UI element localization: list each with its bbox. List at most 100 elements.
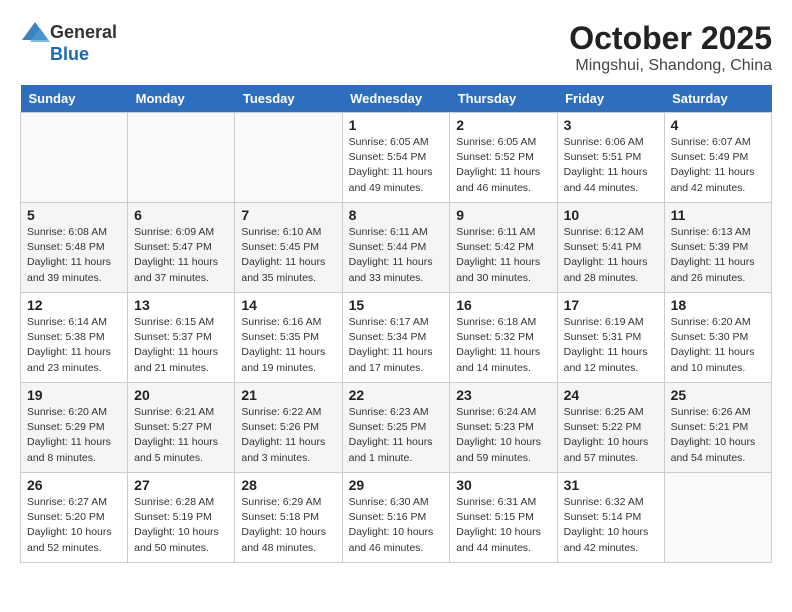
day-info: Sunrise: 6:17 AM Sunset: 5:34 PM Dayligh… [349,315,444,376]
day-info: Sunrise: 6:31 AM Sunset: 5:15 PM Dayligh… [456,495,550,556]
day-number: 4 [671,117,765,133]
day-number: 5 [27,207,121,223]
day-number: 14 [241,297,335,313]
day-info: Sunrise: 6:25 AM Sunset: 5:22 PM Dayligh… [564,405,658,466]
day-number: 29 [349,477,444,493]
week-row-5: 26 Sunrise: 6:27 AM Sunset: 5:20 PM Dayli… [21,473,772,563]
day-info: Sunrise: 6:10 AM Sunset: 5:45 PM Dayligh… [241,225,335,286]
day-number: 2 [456,117,550,133]
day-number: 19 [27,387,121,403]
day-info: Sunrise: 6:13 AM Sunset: 5:39 PM Dayligh… [671,225,765,286]
day-info: Sunrise: 6:08 AM Sunset: 5:48 PM Dayligh… [27,225,121,286]
calendar-header-row: Sunday Monday Tuesday Wednesday Thursday… [21,85,772,113]
calendar-cell: 2 Sunrise: 6:05 AM Sunset: 5:52 PM Daylig… [450,113,557,203]
day-number: 28 [241,477,335,493]
calendar-cell: 6Sunrise: 6:09 AM Sunset: 5:47 PM Daylig… [128,203,235,293]
day-info: Sunrise: 6:14 AM Sunset: 5:38 PM Dayligh… [27,315,121,376]
day-number: 21 [241,387,335,403]
calendar-cell: 5 Sunrise: 6:08 AM Sunset: 5:48 PM Daylig… [21,203,128,293]
day-number: 12 [27,297,121,313]
calendar-cell: 30 Sunrise: 6:31 AM Sunset: 5:15 PM Dayli… [450,473,557,563]
calendar-cell: 22 Sunrise: 6:23 AM Sunset: 5:25 PM Dayli… [342,383,450,473]
month-title: October 2025 [569,20,772,57]
day-info: Sunrise: 6:16 AM Sunset: 5:35 PM Dayligh… [241,315,335,376]
day-info: Sunrise: 6:22 AM Sunset: 5:26 PM Dayligh… [241,405,335,466]
day-number: 20 [134,387,228,403]
calendar-cell: 21 Sunrise: 6:22 AM Sunset: 5:26 PM Dayli… [235,383,342,473]
day-number: 30 [456,477,550,493]
day-number: 6 [134,207,228,223]
day-info: Sunrise: 6:05 AM Sunset: 5:54 PM Dayligh… [349,135,444,196]
header-saturday: Saturday [664,85,771,113]
calendar-cell: 26 Sunrise: 6:27 AM Sunset: 5:20 PM Dayli… [21,473,128,563]
day-number: 7 [241,207,335,223]
calendar-cell: 18 Sunrise: 6:20 AM Sunset: 5:30 PM Dayli… [664,293,771,383]
day-info: Sunrise: 6:27 AM Sunset: 5:20 PM Dayligh… [27,495,121,556]
day-number: 10 [564,207,658,223]
day-number: 13 [134,297,228,313]
title-block: October 2025 Mingshui, Shandong, China [569,20,772,75]
calendar-table: Sunday Monday Tuesday Wednesday Thursday… [20,85,772,563]
calendar-cell [664,473,771,563]
day-number: 18 [671,297,765,313]
day-info: Sunrise: 6:11 AM Sunset: 5:42 PM Dayligh… [456,225,550,286]
logo-general: General [50,22,117,43]
day-number: 17 [564,297,658,313]
page-header: General Blue October 2025 Mingshui, Shan… [20,20,772,75]
day-number: 8 [349,207,444,223]
logo-icon [20,20,50,44]
day-info: Sunrise: 6:05 AM Sunset: 5:52 PM Dayligh… [456,135,550,196]
day-number: 25 [671,387,765,403]
calendar-cell: 19 Sunrise: 6:20 AM Sunset: 5:29 PM Dayli… [21,383,128,473]
calendar-cell: 17 Sunrise: 6:19 AM Sunset: 5:31 PM Dayli… [557,293,664,383]
day-info: Sunrise: 6:12 AM Sunset: 5:41 PM Dayligh… [564,225,658,286]
calendar-cell: 29Sunrise: 6:30 AM Sunset: 5:16 PM Dayli… [342,473,450,563]
day-info: Sunrise: 6:21 AM Sunset: 5:27 PM Dayligh… [134,405,228,466]
week-row-2: 5 Sunrise: 6:08 AM Sunset: 5:48 PM Daylig… [21,203,772,293]
logo: General Blue [20,20,117,65]
day-info: Sunrise: 6:15 AM Sunset: 5:37 PM Dayligh… [134,315,228,376]
day-number: 31 [564,477,658,493]
week-row-1: 1Sunrise: 6:05 AM Sunset: 5:54 PM Daylig… [21,113,772,203]
calendar-cell: 9 Sunrise: 6:11 AM Sunset: 5:42 PM Daylig… [450,203,557,293]
day-number: 22 [349,387,444,403]
calendar-cell: 23Sunrise: 6:24 AM Sunset: 5:23 PM Dayli… [450,383,557,473]
calendar-cell: 4Sunrise: 6:07 AM Sunset: 5:49 PM Daylig… [664,113,771,203]
calendar-cell: 8 Sunrise: 6:11 AM Sunset: 5:44 PM Daylig… [342,203,450,293]
day-number: 27 [134,477,228,493]
day-number: 26 [27,477,121,493]
calendar-cell: 3 Sunrise: 6:06 AM Sunset: 5:51 PM Daylig… [557,113,664,203]
week-row-4: 19 Sunrise: 6:20 AM Sunset: 5:29 PM Dayli… [21,383,772,473]
calendar-cell: 24Sunrise: 6:25 AM Sunset: 5:22 PM Dayli… [557,383,664,473]
day-info: Sunrise: 6:11 AM Sunset: 5:44 PM Dayligh… [349,225,444,286]
day-info: Sunrise: 6:23 AM Sunset: 5:25 PM Dayligh… [349,405,444,466]
location: Mingshui, Shandong, China [569,57,772,75]
day-info: Sunrise: 6:06 AM Sunset: 5:51 PM Dayligh… [564,135,658,196]
day-number: 16 [456,297,550,313]
day-number: 9 [456,207,550,223]
calendar-cell: 14 Sunrise: 6:16 AM Sunset: 5:35 PM Dayli… [235,293,342,383]
header-sunday: Sunday [21,85,128,113]
calendar-cell: 16 Sunrise: 6:18 AM Sunset: 5:32 PM Dayli… [450,293,557,383]
calendar-cell: 31 Sunrise: 6:32 AM Sunset: 5:14 PM Dayli… [557,473,664,563]
calendar-cell: 7 Sunrise: 6:10 AM Sunset: 5:45 PM Daylig… [235,203,342,293]
day-info: Sunrise: 6:32 AM Sunset: 5:14 PM Dayligh… [564,495,658,556]
header-monday: Monday [128,85,235,113]
day-number: 11 [671,207,765,223]
calendar-cell: 11 Sunrise: 6:13 AM Sunset: 5:39 PM Dayli… [664,203,771,293]
day-info: Sunrise: 6:28 AM Sunset: 5:19 PM Dayligh… [134,495,228,556]
calendar-cell: 28 Sunrise: 6:29 AM Sunset: 5:18 PM Dayli… [235,473,342,563]
day-info: Sunrise: 6:29 AM Sunset: 5:18 PM Dayligh… [241,495,335,556]
day-info: Sunrise: 6:20 AM Sunset: 5:30 PM Dayligh… [671,315,765,376]
header-tuesday: Tuesday [235,85,342,113]
calendar-cell: 13 Sunrise: 6:15 AM Sunset: 5:37 PM Dayli… [128,293,235,383]
day-number: 3 [564,117,658,133]
calendar-cell [235,113,342,203]
day-info: Sunrise: 6:19 AM Sunset: 5:31 PM Dayligh… [564,315,658,376]
logo-blue: Blue [50,44,89,65]
day-info: Sunrise: 6:18 AM Sunset: 5:32 PM Dayligh… [456,315,550,376]
header-friday: Friday [557,85,664,113]
day-info: Sunrise: 6:20 AM Sunset: 5:29 PM Dayligh… [27,405,121,466]
calendar-cell [21,113,128,203]
calendar-cell: 27 Sunrise: 6:28 AM Sunset: 5:19 PM Dayli… [128,473,235,563]
